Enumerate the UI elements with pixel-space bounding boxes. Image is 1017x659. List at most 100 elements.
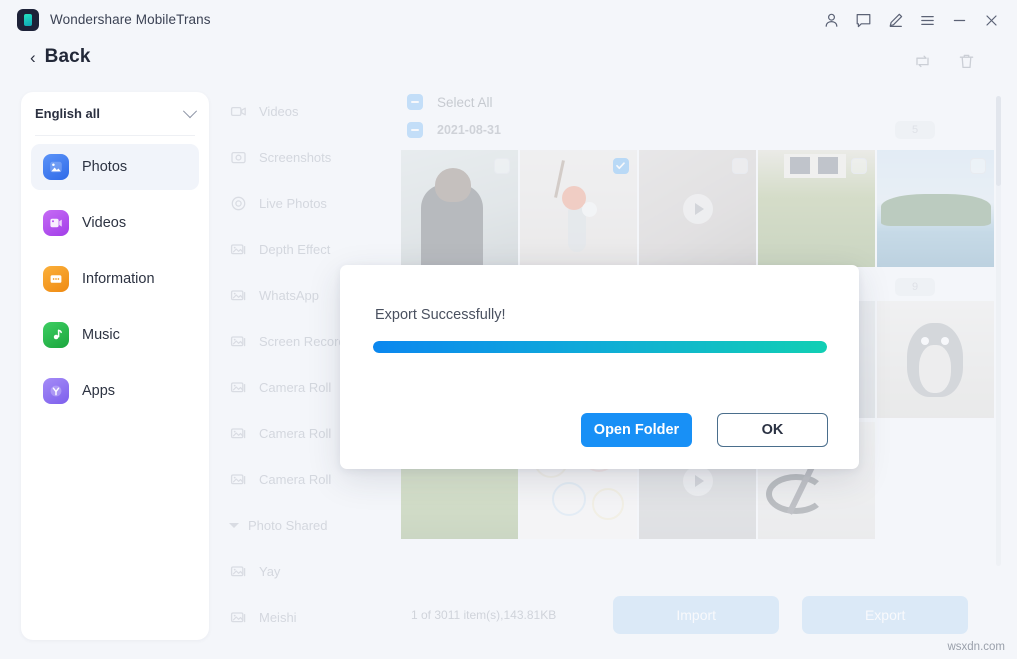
export-button[interactable]: Export: [802, 596, 968, 634]
category-label: WhatsApp: [259, 288, 319, 303]
photo-stack-icon: [229, 562, 247, 580]
sidebar-item-videos[interactable]: Videos: [31, 200, 199, 246]
video-thumbnail[interactable]: [639, 150, 756, 267]
photo-checkbox[interactable]: [851, 158, 867, 174]
photo-stack-icon: [229, 286, 247, 304]
chevron-down-icon: [183, 104, 197, 118]
date-group-header[interactable]: 2021-08-31 5: [395, 116, 995, 144]
photo-thumbnail[interactable]: [520, 150, 637, 267]
category-item-screenshots[interactable]: Screenshots: [209, 134, 395, 180]
sidebar: English all Photos: [21, 92, 209, 640]
triangle-down-icon: [229, 523, 239, 528]
category-group-label: Photo Shared: [248, 518, 328, 533]
photo-checkbox[interactable]: [613, 158, 629, 174]
photos-icon: [43, 154, 69, 180]
app-window: Wondershare MobileTrans: [0, 0, 1017, 659]
screenshot-icon: [229, 148, 247, 166]
footer-bar: 1 of 3011 item(s),143.81KB Import Export: [395, 584, 995, 646]
photo-stack-icon: [229, 240, 247, 258]
live-photo-icon: [229, 194, 247, 212]
language-selector[interactable]: English all: [35, 92, 195, 136]
photo-checkbox[interactable]: [732, 158, 748, 174]
content-toolbar: [911, 50, 977, 72]
category-item-live-photos[interactable]: Live Photos: [209, 180, 395, 226]
date-group-count-2: 9: [895, 278, 935, 296]
language-value: English all: [35, 106, 100, 121]
video-camera-icon: [229, 102, 247, 120]
category-label: Screenshots: [259, 150, 331, 165]
sidebar-item-label: Music: [82, 327, 120, 343]
date-group-checkbox[interactable]: [407, 122, 423, 138]
sidebar-item-music[interactable]: Music: [31, 312, 199, 358]
category-label: Camera Roll: [259, 380, 331, 395]
date-group-label: 2021-08-31: [437, 123, 501, 137]
sidebar-item-label: Apps: [82, 383, 115, 399]
date-group-count: 5: [895, 121, 935, 139]
category-item-meishi[interactable]: Meishi: [209, 594, 395, 640]
photo-checkbox[interactable]: [494, 158, 510, 174]
photo-thumbnail[interactable]: [877, 301, 994, 418]
category-item-videos[interactable]: Videos: [209, 88, 395, 134]
open-folder-button[interactable]: Open Folder: [581, 413, 692, 447]
feedback-icon[interactable]: [847, 4, 879, 36]
close-icon[interactable]: [975, 4, 1007, 36]
apps-icon: [43, 378, 69, 404]
select-all-label: Select All: [437, 95, 493, 110]
account-icon[interactable]: [815, 4, 847, 36]
category-label: Camera Roll: [259, 426, 331, 441]
export-success-dialog: Export Successfully! Open Folder OK: [340, 265, 859, 469]
import-button[interactable]: Import: [613, 596, 779, 634]
sidebar-item-label: Photos: [82, 159, 127, 175]
photo-thumbnail[interactable]: [401, 150, 518, 267]
photo-thumbnail[interactable]: [877, 422, 994, 539]
edit-icon[interactable]: [879, 4, 911, 36]
chevron-left-icon: ‹: [30, 49, 36, 66]
dialog-actions: Open Folder OK: [581, 413, 828, 447]
menu-icon[interactable]: [911, 4, 943, 36]
minimize-icon[interactable]: [943, 4, 975, 36]
photo-thumbnail[interactable]: [877, 150, 994, 267]
select-all-row[interactable]: Select All: [395, 88, 995, 116]
app-title: Wondershare MobileTrans: [50, 12, 211, 27]
category-label: Meishi: [259, 610, 297, 625]
photo-thumbnail[interactable]: [758, 150, 875, 267]
window-controls: [815, 0, 1007, 40]
category-label: Depth Effect: [259, 242, 330, 257]
vertical-scrollbar[interactable]: [996, 96, 1001, 566]
photo-stack-icon: [229, 608, 247, 626]
videos-icon: [43, 210, 69, 236]
sidebar-item-apps[interactable]: Apps: [31, 368, 199, 414]
ok-button[interactable]: OK: [717, 413, 828, 447]
play-icon: [683, 194, 713, 224]
category-label: Live Photos: [259, 196, 327, 211]
category-label: Camera Roll: [259, 472, 331, 487]
photo-grid-row: [395, 150, 995, 267]
category-label: Yay: [259, 564, 280, 579]
back-label: Back: [45, 46, 91, 68]
header-bar: ‹ Back: [0, 42, 1017, 88]
play-icon: [683, 466, 713, 496]
sidebar-nav: Photos Videos: [21, 136, 209, 414]
photo-stack-icon: [229, 332, 247, 350]
category-group-photo-shared[interactable]: Photo Shared: [209, 502, 395, 548]
category-label: Videos: [259, 104, 299, 119]
photo-checkbox[interactable]: [970, 158, 986, 174]
photo-stack-icon: [229, 424, 247, 442]
delete-icon[interactable]: [955, 50, 977, 72]
watermark: wsxdn.com: [947, 641, 1005, 653]
sidebar-item-photos[interactable]: Photos: [31, 144, 199, 190]
scrollbar-thumb[interactable]: [996, 96, 1001, 186]
app-logo-icon: [17, 9, 39, 31]
refresh-icon[interactable]: [911, 50, 933, 72]
sidebar-item-label: Information: [82, 271, 155, 287]
sidebar-item-information[interactable]: Information: [31, 256, 199, 302]
progress-bar-fill: [373, 341, 827, 353]
selection-status: 1 of 3011 item(s),143.81KB: [411, 608, 556, 622]
category-item-yay[interactable]: Yay: [209, 548, 395, 594]
progress-bar: [373, 341, 827, 353]
title-bar: Wondershare MobileTrans: [0, 0, 1017, 40]
select-all-checkbox[interactable]: [407, 94, 423, 110]
music-icon: [43, 322, 69, 348]
back-button[interactable]: ‹ Back: [30, 46, 91, 68]
dialog-message: Export Successfully!: [375, 307, 506, 323]
